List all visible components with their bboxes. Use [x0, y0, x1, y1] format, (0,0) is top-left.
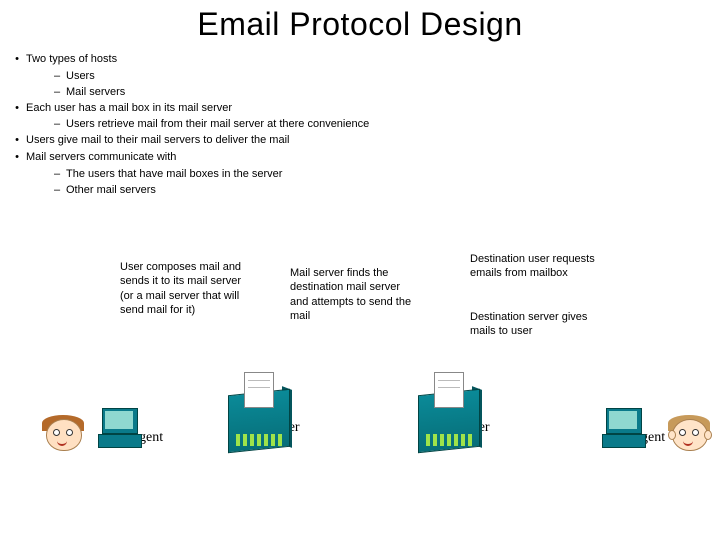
caption-user-requests: Destination user requests emails from ma… — [470, 252, 605, 281]
bullet-l2: –Other mail servers — [48, 183, 708, 198]
slide: Email Protocol Design •Two types of host… — [0, 0, 720, 540]
bullet-l1: •Users give mail to their mail servers t… — [8, 133, 708, 148]
bullet-l2: –Mail servers — [48, 85, 708, 100]
bullet-l2: –Users retrieve mail from their mail ser… — [48, 117, 708, 132]
bullet-list: •Two types of hosts –Users –Mail servers… — [8, 52, 708, 199]
computer-icon — [94, 408, 144, 450]
server-icon — [412, 372, 484, 462]
person-icon — [40, 415, 86, 465]
computer-icon — [598, 408, 648, 450]
bullet-l2: –The users that have mail boxes in the s… — [48, 167, 708, 182]
bullet-l1: •Mail servers communicate with — [8, 150, 708, 165]
caption-server-delivers: Destination server gives mails to user — [470, 310, 605, 339]
bullet-l1: •Two types of hosts — [8, 52, 708, 67]
bullet-l2: –Users — [48, 69, 708, 84]
person-icon — [666, 415, 712, 465]
caption-user-sends: User composes mail and sends it to its m… — [120, 260, 250, 317]
slide-title: Email Protocol Design — [0, 6, 720, 43]
caption-server-forwards: Mail server finds the destination mail s… — [290, 266, 420, 323]
bullet-l1: •Each user has a mail box in its mail se… — [8, 101, 708, 116]
server-icon — [222, 372, 294, 462]
